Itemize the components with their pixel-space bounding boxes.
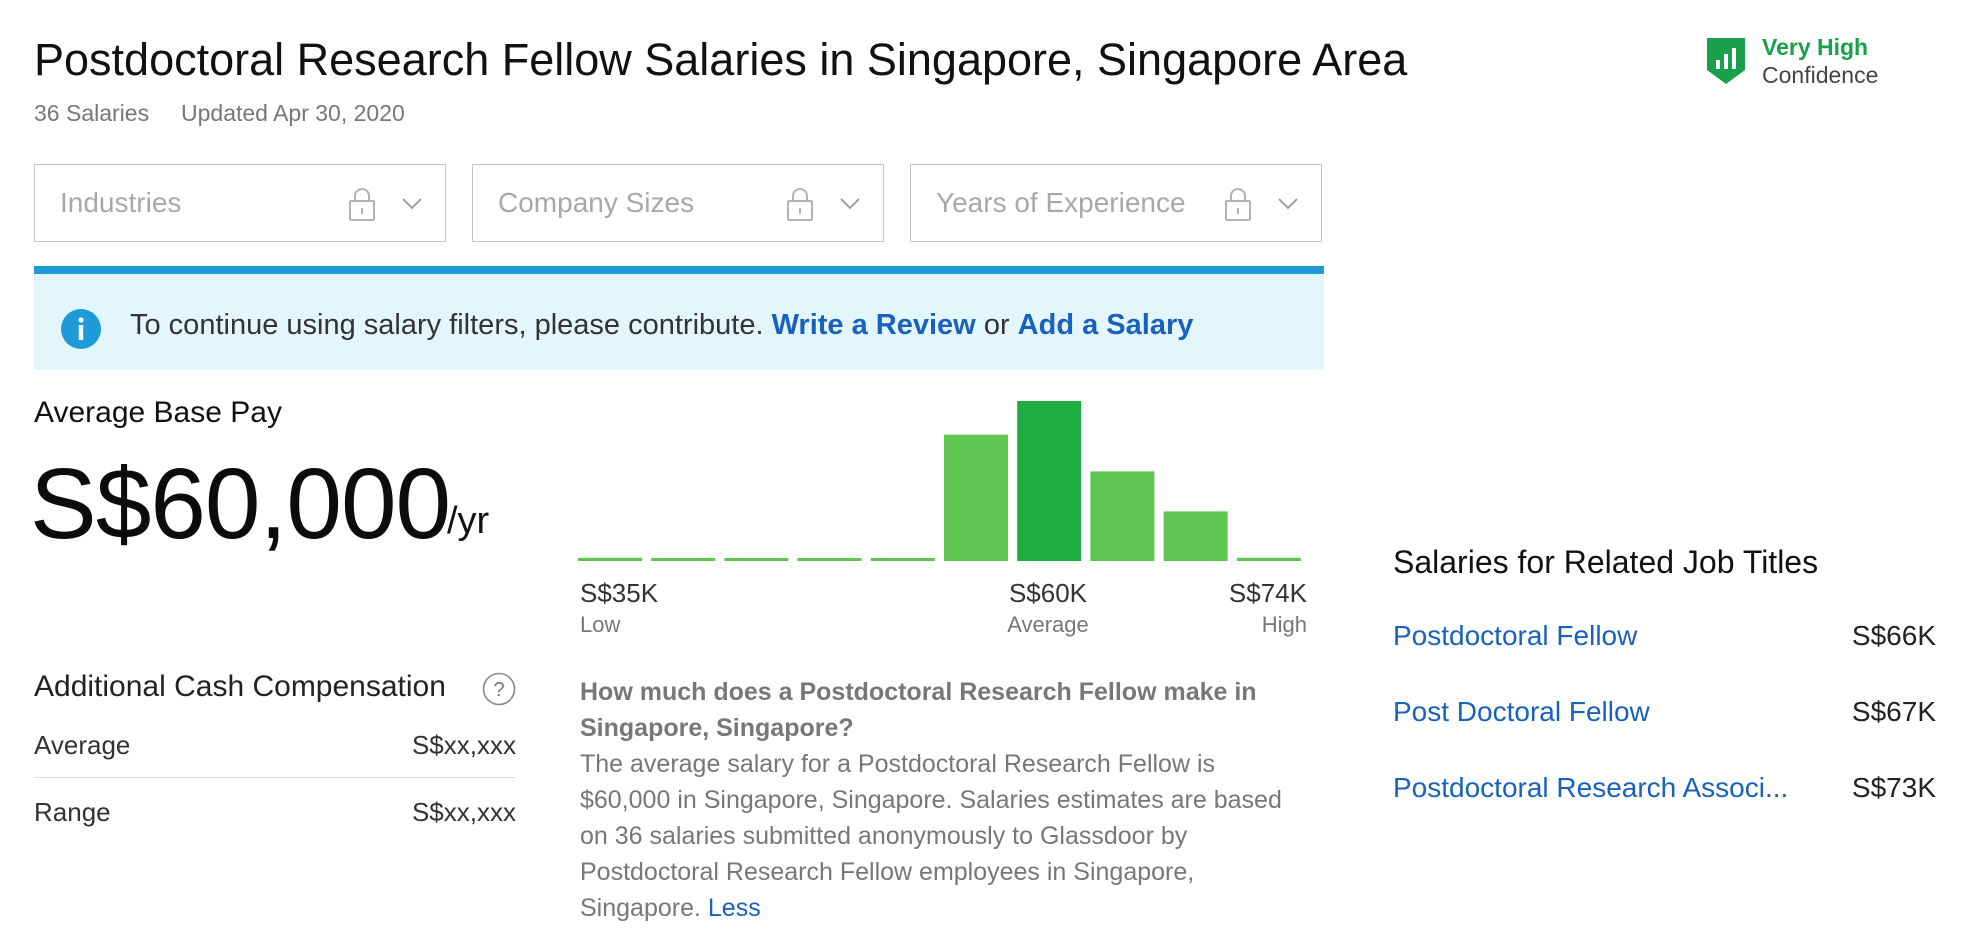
histogram-bar <box>578 557 642 561</box>
description-text: The average salary for a Postdoctoral Re… <box>580 750 1282 922</box>
lock-icon <box>787 188 813 221</box>
high-value: S$74K <box>1228 578 1307 608</box>
less-link[interactable]: Less <box>708 894 761 922</box>
svg-text:?: ? <box>493 679 504 701</box>
lock-icon <box>1225 188 1251 221</box>
banner-message: To continue using salary filters, please… <box>130 309 1193 342</box>
contribute-banner: To continue using salary filters, please… <box>34 266 1324 370</box>
info-icon <box>61 309 101 349</box>
banner-or: or <box>983 309 1010 341</box>
confidence-indicator: Very High Confidence <box>1705 34 1935 94</box>
page-title: Postdoctoral Research Fellow Salaries in… <box>34 34 1408 85</box>
average-base-pay-amount: S$60,000 <box>30 448 451 560</box>
updated-date: Updated Apr 30, 2020 <box>181 100 405 126</box>
average-label: Average <box>1007 612 1089 637</box>
histogram-bar <box>724 558 789 561</box>
histogram-bar-average <box>1017 401 1082 561</box>
filter-label: Years of Experience <box>936 187 1186 218</box>
additional-average-label: Average <box>34 730 131 760</box>
related-title-salary: S$67K <box>1851 696 1936 727</box>
histogram-bar <box>1163 511 1228 561</box>
average-base-pay-label: Average Base Pay <box>34 396 282 429</box>
histogram-bar <box>1090 471 1155 561</box>
histogram-bar <box>870 558 935 561</box>
write-review-link[interactable]: Write a Review <box>772 309 976 341</box>
histogram-bar <box>651 558 716 561</box>
lock-icon <box>349 188 375 221</box>
filter-industries[interactable]: Industries <box>34 164 446 242</box>
average-value: S$60K <box>1008 578 1088 608</box>
salary-count: 36 Salaries <box>34 100 150 126</box>
related-titles-heading: Salaries for Related Job Titles <box>1393 544 1819 580</box>
pay-unit: /yr <box>447 500 490 542</box>
banner-text: To continue using salary filters, please… <box>130 309 764 341</box>
related-title-link[interactable]: Postdoctoral Fellow <box>1393 620 1637 652</box>
salary-description: The average salary for a Postdoctoral Re… <box>580 746 1300 926</box>
low-label: Low <box>580 612 621 637</box>
salary-histogram <box>578 401 1301 561</box>
filter-years-of-experience[interactable]: Years of Experience <box>910 164 1322 242</box>
histogram-bar <box>797 558 862 561</box>
related-title-salary: S$73K <box>1851 772 1936 803</box>
chevron-down-icon <box>1278 198 1298 210</box>
related-title-salary: S$66K <box>1851 620 1936 651</box>
confidence-level: Very High <box>1762 34 1869 60</box>
row-divider <box>34 777 516 778</box>
salary-question: How much does a Postdoctoral Research Fe… <box>580 678 1257 742</box>
confidence-label: Confidence <box>1762 62 1879 88</box>
additional-range-value: S$xx,xxx <box>411 797 516 827</box>
question-icon[interactable]: ? <box>482 672 516 706</box>
high-label: High <box>1261 612 1307 637</box>
additional-range-label: Range <box>34 797 111 827</box>
related-title-link[interactable]: Post Doctoral Fellow <box>1393 696 1650 728</box>
shield-chart-icon <box>1707 38 1745 84</box>
histogram-bar <box>1236 557 1301 561</box>
filter-company-sizes[interactable]: Company Sizes <box>472 164 884 242</box>
add-salary-link[interactable]: Add a Salary <box>1018 309 1194 341</box>
filter-label: Industries <box>60 187 182 218</box>
histogram-bar <box>944 434 1008 561</box>
chevron-down-icon <box>840 198 860 210</box>
low-value: S$35K <box>580 578 659 608</box>
additional-average-value: S$xx,xxx <box>411 730 516 760</box>
related-title-link[interactable]: Postdoctoral Research Associ... <box>1393 772 1788 804</box>
additional-cash-title: Additional Cash Compensation <box>34 670 446 703</box>
chevron-down-icon <box>402 198 422 210</box>
filter-label: Company Sizes <box>498 187 695 218</box>
